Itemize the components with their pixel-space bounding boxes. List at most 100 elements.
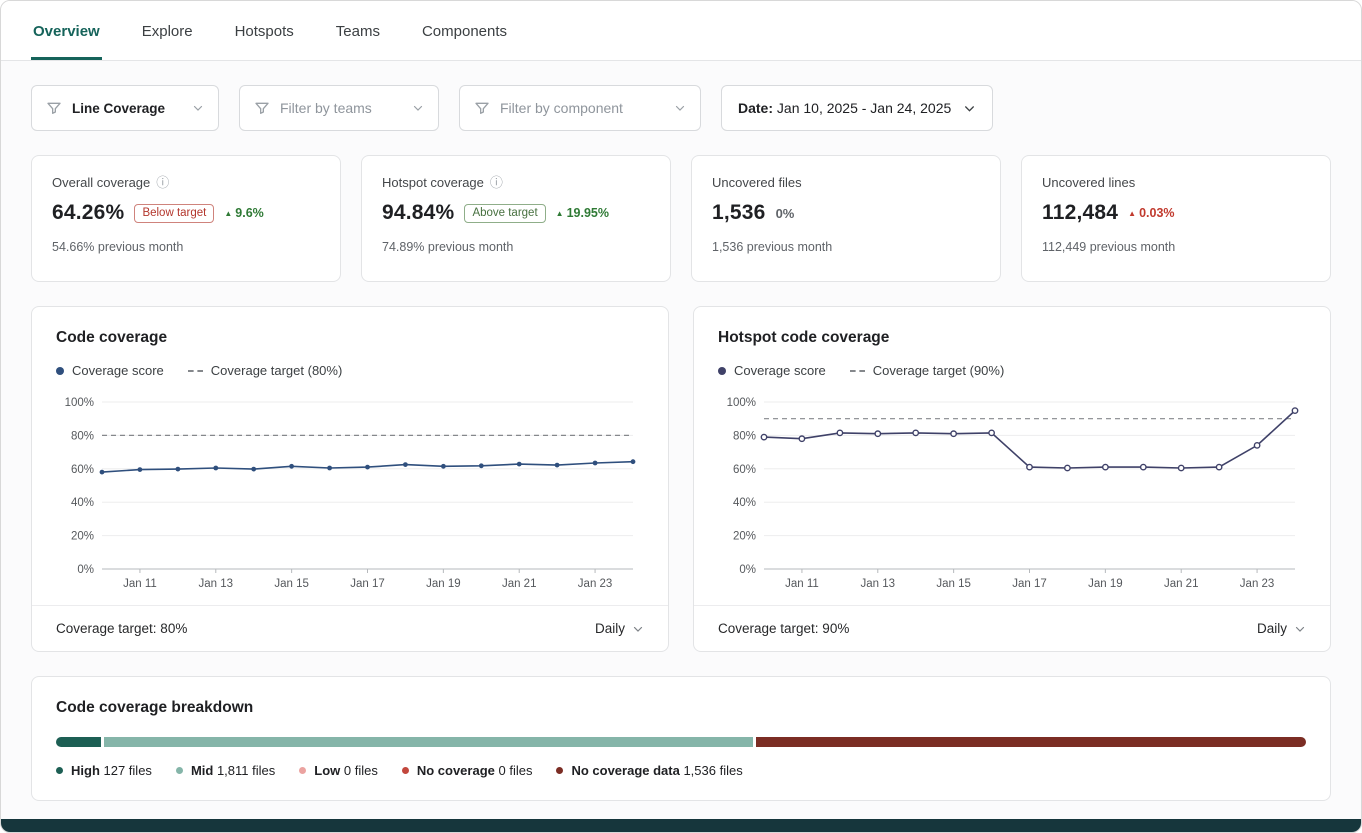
trend-indicator: ▲9.6% [224, 206, 263, 220]
svg-text:Jan 13: Jan 13 [861, 578, 896, 590]
chart-legend: Coverage score Coverage target (80%) [56, 363, 644, 378]
chart-title: Hotspot code coverage [718, 329, 1306, 347]
dashboard-frame: Overview Explore Hotspots Teams Componen… [0, 0, 1362, 833]
svg-text:Jan 23: Jan 23 [1240, 578, 1275, 590]
charts-row: Code coverage Coverage score Coverage ta… [31, 306, 1331, 652]
svg-text:Jan 11: Jan 11 [785, 578, 819, 590]
breakdown-bar-segment [756, 737, 1306, 747]
svg-text:60%: 60% [71, 464, 94, 476]
breakdown-legend-item: No coverage 0 files [402, 763, 533, 778]
svg-text:0%: 0% [77, 564, 94, 576]
svg-text:80%: 80% [71, 430, 94, 442]
svg-text:100%: 100% [65, 397, 94, 409]
interval-dropdown[interactable]: Daily [1257, 621, 1306, 636]
main-content: Line Coverage Filter by teams Filter b [1, 61, 1361, 809]
stat-title-text: Overall coverage [52, 175, 150, 190]
stat-subtext: 1,536 previous month [712, 240, 980, 254]
svg-text:20%: 20% [71, 531, 94, 543]
stat-value: 64.26% [52, 201, 124, 225]
chevron-down-icon [1294, 623, 1306, 635]
trend-up-icon: ▲ [224, 209, 232, 218]
svg-text:Jan 15: Jan 15 [936, 578, 971, 590]
svg-text:Jan 21: Jan 21 [1164, 578, 1199, 590]
filter-row: Line Coverage Filter by teams Filter b [31, 85, 1331, 131]
svg-text:Jan 19: Jan 19 [1088, 578, 1123, 590]
svg-text:Jan 17: Jan 17 [350, 578, 385, 590]
legend-dash-icon [188, 370, 203, 372]
breakdown-legend-item: Mid 1,811 files [176, 763, 275, 778]
status-badge: Below target [134, 204, 214, 223]
line-chart: 0%20%40%60%80%100%Jan 11Jan 13Jan 15Jan … [718, 392, 1309, 599]
stat-subtext: 54.66% previous month [52, 240, 320, 254]
trend-indicator: ▲0.03% [1128, 206, 1174, 220]
funnel-icon [46, 100, 62, 116]
funnel-icon [474, 100, 490, 116]
svg-text:Jan 13: Jan 13 [199, 578, 234, 590]
legend-dash-icon [850, 370, 865, 372]
breakdown-legend-item: No coverage data 1,536 files [556, 763, 742, 778]
stat-card-uncovered-files: Uncovered files 1,536 0% 1,536 previous … [691, 155, 1001, 282]
legend-coverage-target: Coverage target (90%) [850, 363, 1005, 378]
date-range-text: Date: Jan 10, 2025 - Jan 24, 2025 [738, 100, 951, 116]
svg-text:40%: 40% [71, 497, 94, 509]
legend-dot-icon [299, 767, 306, 774]
breakdown-legend-item: High 127 files [56, 763, 152, 778]
legend-dot-icon [176, 767, 183, 774]
breakdown-bar [56, 737, 1306, 747]
tab-explore[interactable]: Explore [140, 1, 195, 60]
stat-value: 94.84% [382, 201, 454, 225]
status-badge: Above target [464, 204, 545, 223]
stats-row: Overall coverage ⓘ 64.26% Below target ▲… [31, 155, 1331, 282]
legend-coverage-target: Coverage target (80%) [188, 363, 343, 378]
stat-subtext: 112,449 previous month [1042, 240, 1310, 254]
component-filter-dropdown[interactable]: Filter by component [459, 85, 701, 131]
hotspot-coverage-chart-card: Hotspot code coverage Coverage score Cov… [693, 306, 1331, 652]
chevron-down-icon [951, 102, 976, 115]
legend-dot-icon [56, 767, 63, 774]
legend-dot-icon [718, 367, 726, 375]
chevron-down-icon [400, 102, 424, 114]
stat-value: 112,484 [1042, 201, 1118, 225]
svg-text:0%: 0% [739, 564, 756, 576]
info-icon[interactable]: ⓘ [156, 176, 169, 189]
legend-dot-icon [556, 767, 563, 774]
metric-filter-label: Line Coverage [72, 101, 165, 116]
tab-overview[interactable]: Overview [31, 1, 102, 60]
tab-teams[interactable]: Teams [334, 1, 382, 60]
svg-text:Jan 17: Jan 17 [1012, 578, 1047, 590]
breakdown-bar-segment [104, 737, 753, 747]
stat-title: Uncovered files [712, 175, 980, 190]
teams-filter-dropdown[interactable]: Filter by teams [239, 85, 439, 131]
breakdown-bar-segment [56, 737, 101, 747]
footer-strip [1, 819, 1361, 832]
chevron-down-icon [662, 102, 686, 114]
trend-indicator: ▲19.95% [556, 206, 609, 220]
stat-title: Hotspot coverage ⓘ [382, 175, 650, 190]
legend-coverage-score: Coverage score [718, 363, 826, 378]
trend-up-icon: ▲ [556, 209, 564, 218]
metric-filter-dropdown[interactable]: Line Coverage [31, 85, 219, 131]
legend-coverage-score: Coverage score [56, 363, 164, 378]
tab-components[interactable]: Components [420, 1, 509, 60]
trend-up-icon: ▲ [1128, 209, 1136, 218]
svg-text:Jan 21: Jan 21 [502, 578, 537, 590]
stat-card-hotspot-coverage: Hotspot coverage ⓘ 94.84% Above target ▲… [361, 155, 671, 282]
stat-card-overall-coverage: Overall coverage ⓘ 64.26% Below target ▲… [31, 155, 341, 282]
interval-dropdown[interactable]: Daily [595, 621, 644, 636]
coverage-target-text: Coverage target: 80% [56, 621, 187, 636]
legend-dot-icon [402, 767, 409, 774]
stat-value: 1,536 [712, 201, 766, 225]
date-range-dropdown[interactable]: Date: Jan 10, 2025 - Jan 24, 2025 [721, 85, 993, 131]
component-filter-placeholder: Filter by component [500, 100, 623, 116]
tab-hotspots[interactable]: Hotspots [233, 1, 296, 60]
line-chart: 0%20%40%60%80%100%Jan 11Jan 13Jan 15Jan … [56, 392, 647, 599]
stat-subtext: 74.89% previous month [382, 240, 650, 254]
info-icon[interactable]: ⓘ [490, 176, 503, 189]
stat-title-text: Hotspot coverage [382, 175, 484, 190]
chart-footer: Coverage target: 90% Daily [694, 605, 1330, 651]
svg-text:40%: 40% [733, 497, 756, 509]
line-chart-area: 0%20%40%60%80%100%Jan 11Jan 13Jan 15Jan … [56, 392, 644, 599]
teams-filter-placeholder: Filter by teams [280, 100, 372, 116]
stat-card-uncovered-lines: Uncovered lines 112,484 ▲0.03% 112,449 p… [1021, 155, 1331, 282]
chevron-down-icon [632, 623, 644, 635]
